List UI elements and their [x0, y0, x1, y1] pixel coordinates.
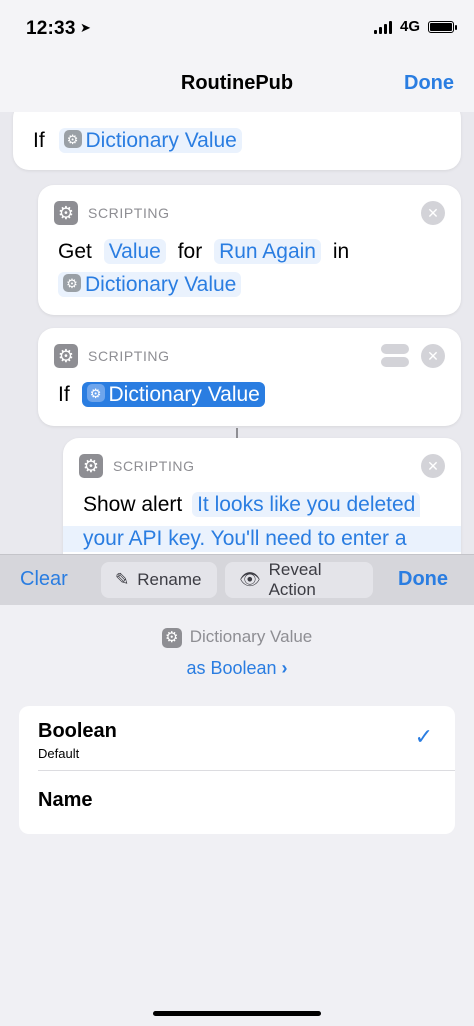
- dictionary-value-token[interactable]: ⚙ Dictionary Value: [58, 272, 242, 297]
- pencil-icon: ✎: [115, 570, 130, 589]
- action-if-card[interactable]: If ⚙ Dictionary Value: [13, 112, 461, 170]
- if-keyword: If: [33, 129, 45, 152]
- key-token[interactable]: Run Again: [214, 239, 321, 264]
- status-bar: 12:33 ➤ 4G: [0, 0, 474, 56]
- dictionary-value-token-selected[interactable]: ⚙ Dictionary Value: [81, 382, 265, 407]
- signal-icon: [373, 20, 392, 34]
- rename-button[interactable]: ✎ Rename: [101, 562, 217, 598]
- variable-toolbar: Clear ✎ Rename 👁 Reveal Action Done: [0, 554, 474, 606]
- list-item-name[interactable]: Name: [38, 770, 455, 834]
- scripting-icon: ⚙: [54, 201, 78, 225]
- navigation-bar: RoutinePub Done: [0, 56, 474, 112]
- alert-text-token-continued[interactable]: your API key. You'll need to enter a: [63, 526, 461, 552]
- category-label: SCRIPTING: [88, 348, 170, 364]
- if-keyword: If: [58, 383, 70, 406]
- page-title: RoutinePub: [180, 72, 294, 94]
- gear-icon: ⚙: [63, 130, 82, 149]
- remove-action-icon[interactable]: ✕: [421, 344, 445, 368]
- remove-action-icon[interactable]: ✕: [421, 201, 445, 225]
- action-if-card-selected[interactable]: ⚙ SCRIPTING ✕ If ⚙ Dictionary Value: [38, 328, 461, 426]
- variable-name: ⚙ Dictionary Value: [0, 627, 474, 648]
- type-options-list: Boolean Default ✓ Name: [19, 706, 455, 834]
- location-icon: ➤: [80, 20, 91, 35]
- gear-icon: ⚙: [161, 627, 182, 648]
- toolbar-done-button[interactable]: Done: [398, 568, 448, 591]
- reveal-action-button[interactable]: 👁 Reveal Action: [225, 560, 373, 599]
- chevron-right-icon: ›: [281, 658, 288, 678]
- value-token[interactable]: Value: [103, 239, 166, 264]
- status-time: 12:33: [26, 18, 76, 39]
- get-dictionary-value-card[interactable]: ⚙ SCRIPTING ✕ Get Value for Run Again in…: [38, 185, 461, 315]
- network-type: 4G: [399, 18, 420, 35]
- show-alert-card[interactable]: ⚙ SCRIPTING ✕ Show alert It looks like y…: [63, 438, 461, 554]
- home-indicator: [153, 1011, 321, 1016]
- shortcut-editor[interactable]: If ⚙ Dictionary Value ⚙ SCRIPTING ✕ Get V…: [0, 112, 474, 554]
- clear-button[interactable]: Clear: [20, 568, 68, 591]
- checkmark-icon: ✓: [414, 724, 433, 749]
- list-item-boolean[interactable]: Boolean Default ✓: [19, 706, 455, 770]
- options-toggle-icon[interactable]: [381, 344, 409, 368]
- gear-icon: ⚙: [86, 384, 105, 403]
- battery-icon: [428, 20, 457, 33]
- category-label: SCRIPTING: [88, 205, 170, 221]
- type-selector-link[interactable]: as Boolean ›: [0, 658, 474, 679]
- eye-icon: 👁: [239, 570, 261, 589]
- dictionary-value-token[interactable]: ⚙ Dictionary Value: [58, 128, 242, 153]
- remove-action-icon[interactable]: ✕: [421, 454, 445, 478]
- alert-text-token[interactable]: It looks like you deleted: [192, 492, 421, 517]
- gear-icon: ⚙: [63, 274, 81, 293]
- category-label: SCRIPTING: [113, 458, 195, 474]
- variable-type-panel: ⚙ Dictionary Value as Boolean › Boolean D…: [0, 605, 474, 1026]
- scripting-icon: ⚙: [79, 454, 103, 478]
- nav-done-button[interactable]: Done: [404, 72, 454, 95]
- scripting-icon: ⚙: [54, 344, 78, 368]
